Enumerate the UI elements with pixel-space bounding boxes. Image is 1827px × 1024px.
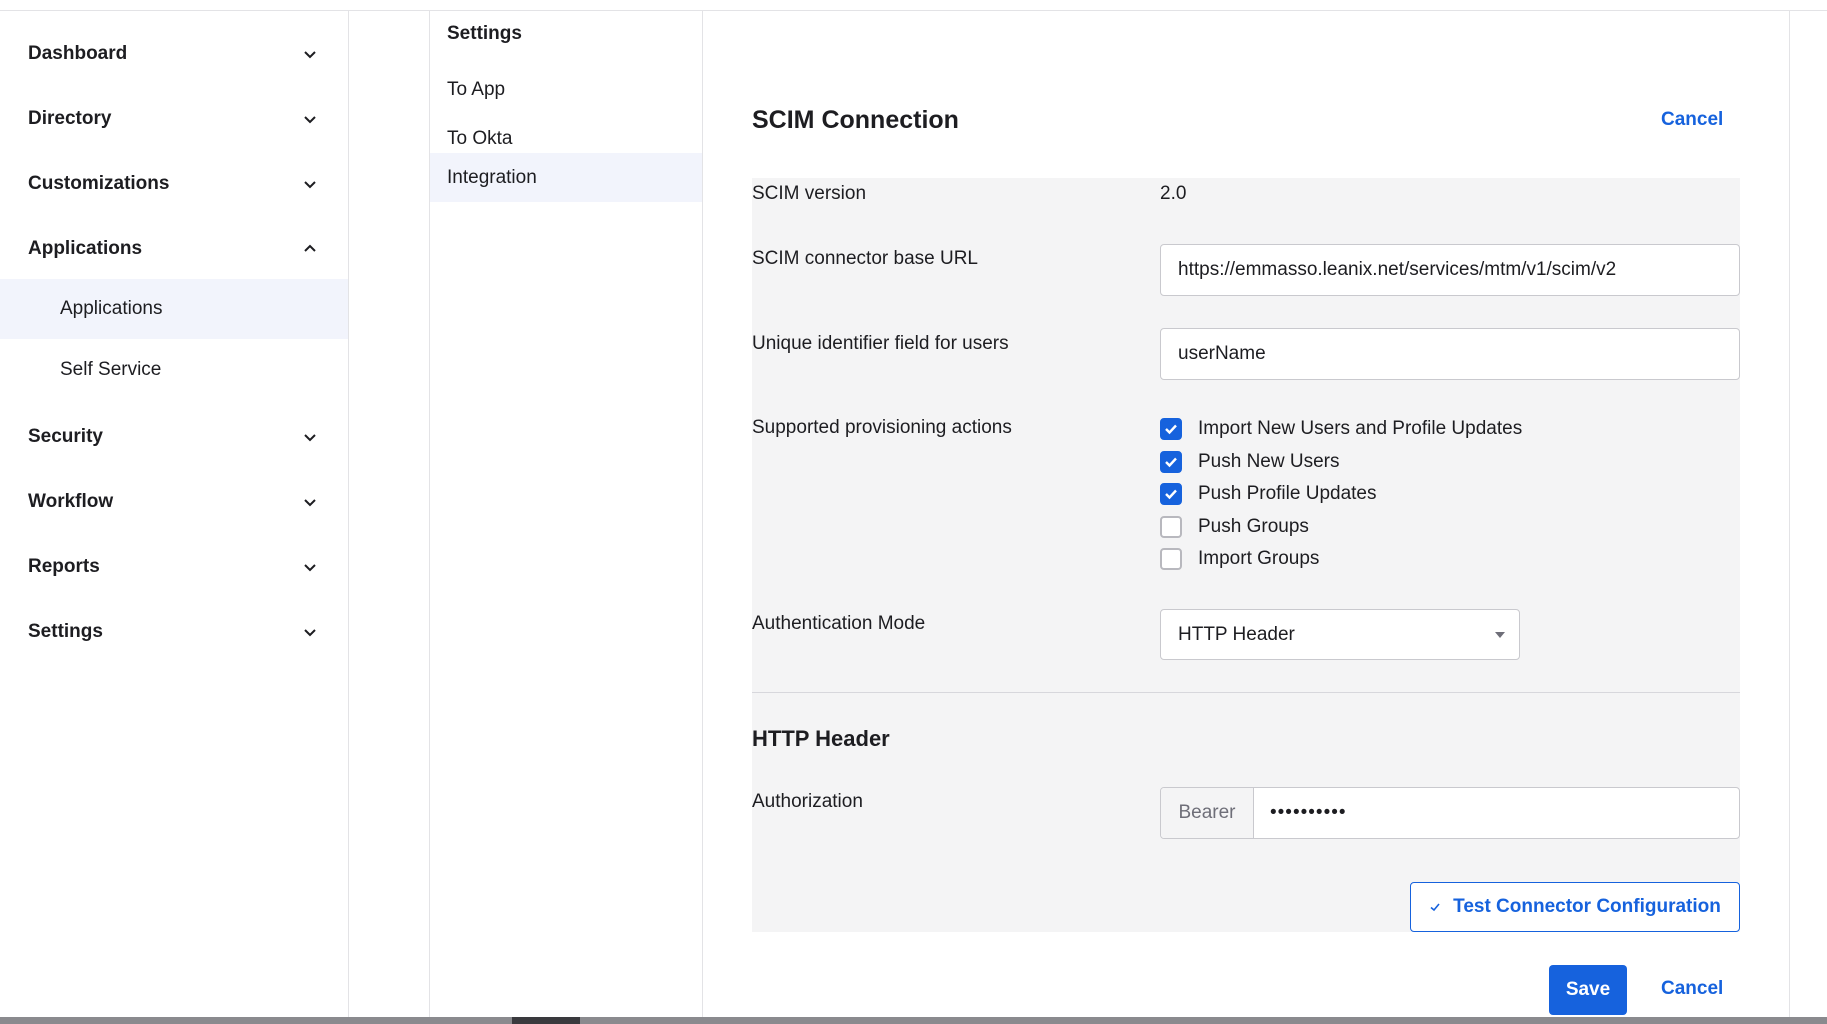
auth-mode-label: Authentication Mode xyxy=(752,613,926,634)
sidebar-item-label: Settings xyxy=(28,621,103,642)
auth-mode-selected-value: HTTP Header xyxy=(1178,623,1295,645)
bearer-prefix: Bearer xyxy=(1161,788,1254,838)
settings-link-to-app[interactable]: To App xyxy=(430,65,702,114)
sidebar-item-reports[interactable]: Reports xyxy=(0,536,348,598)
sidebar-item-label: Reports xyxy=(28,556,100,577)
chevron-down-icon xyxy=(302,46,318,62)
sidebar-item-directory[interactable]: Directory xyxy=(0,88,348,150)
settings-link-label: Integration xyxy=(447,166,537,188)
sidebar-item-label: Dashboard xyxy=(28,43,128,64)
taskbar-tab xyxy=(512,1017,580,1024)
scim-version-value: 2.0 xyxy=(1160,183,1187,204)
sidebar-item-customizations[interactable]: Customizations xyxy=(0,153,348,215)
auth-mode-select[interactable]: HTTP Header xyxy=(1160,609,1520,660)
chevron-down-icon xyxy=(302,111,318,127)
settings-link-label: To Okta xyxy=(447,127,513,149)
caret-down-icon xyxy=(1495,631,1505,638)
scim-version-label: SCIM version xyxy=(752,183,867,204)
checkbox-unchecked-icon xyxy=(1160,548,1182,570)
checkbox-checked-icon xyxy=(1160,451,1182,473)
checkbox-import-new-users[interactable]: Import New Users and Profile Updates xyxy=(1160,416,1522,442)
sidebar-item-label: Directory xyxy=(28,108,112,129)
sidebar: Dashboard Directory Customizations Appli… xyxy=(0,11,349,1017)
checkbox-label: Push Groups xyxy=(1198,516,1309,537)
unique-id-input[interactable] xyxy=(1160,328,1740,380)
checkbox-push-profile-updates[interactable]: Push Profile Updates xyxy=(1160,481,1377,507)
window-bottom-edge xyxy=(0,1017,1827,1024)
cancel-top-link[interactable]: Cancel xyxy=(1661,109,1723,131)
checkbox-unchecked-icon xyxy=(1160,516,1182,538)
window-top-edge xyxy=(0,0,1827,11)
sidebar-item-settings[interactable]: Settings xyxy=(0,601,348,663)
authorization-token-input[interactable]: •••••••••• xyxy=(1254,788,1739,838)
sidebar-subitem-label: Self Service xyxy=(60,359,162,380)
checkbox-checked-icon xyxy=(1160,483,1182,505)
checkbox-push-groups[interactable]: Push Groups xyxy=(1160,514,1309,540)
scim-connection-title: SCIM Connection xyxy=(752,106,959,134)
chevron-up-icon xyxy=(302,241,318,257)
checkbox-label: Push New Users xyxy=(1198,451,1340,472)
checkbox-label: Import Groups xyxy=(1198,548,1320,569)
checkbox-checked-icon xyxy=(1160,418,1182,440)
provisioning-actions-label: Supported provisioning actions xyxy=(752,417,1012,438)
check-icon xyxy=(1429,901,1441,913)
sidebar-item-label: Customizations xyxy=(28,173,170,194)
sidebar-item-label: Applications xyxy=(28,238,143,259)
sidebar-item-label: Security xyxy=(28,426,103,447)
test-connector-button[interactable]: Test Connector Configuration xyxy=(1410,882,1740,932)
checkbox-import-groups[interactable]: Import Groups xyxy=(1160,546,1319,572)
base-url-input[interactable] xyxy=(1160,244,1740,296)
save-button[interactable]: Save xyxy=(1549,965,1627,1015)
sidebar-subitem-label: Applications xyxy=(60,298,163,319)
sidebar-subitem-applications[interactable]: Applications xyxy=(0,279,348,339)
settings-link-integration[interactable]: Integration xyxy=(430,153,702,202)
chevron-down-icon xyxy=(302,429,318,445)
cancel-bottom-link[interactable]: Cancel xyxy=(1661,978,1723,1000)
http-header-title: HTTP Header xyxy=(752,726,890,751)
settings-link-label: To App xyxy=(447,78,506,100)
checkbox-label: Push Profile Updates xyxy=(1198,483,1377,504)
sidebar-item-label: Workflow xyxy=(28,491,114,512)
settings-nav-title: Settings xyxy=(447,23,522,44)
chevron-down-icon xyxy=(302,559,318,575)
sidebar-item-workflow[interactable]: Workflow xyxy=(0,471,348,533)
chevron-down-icon xyxy=(302,176,318,192)
authorization-label: Authorization xyxy=(752,791,863,812)
sidebar-item-applications[interactable]: Applications xyxy=(0,218,348,280)
section-divider xyxy=(752,692,1740,693)
unique-id-label: Unique identifier field for users xyxy=(752,333,1009,354)
settings-nav: Settings To App To Okta Integration xyxy=(429,11,703,1017)
chevron-down-icon xyxy=(302,624,318,640)
sidebar-subitem-self-service[interactable]: Self Service xyxy=(0,340,348,400)
test-connector-label: Test Connector Configuration xyxy=(1453,896,1721,917)
sidebar-item-dashboard[interactable]: Dashboard xyxy=(0,23,348,85)
base-url-label: SCIM connector base URL xyxy=(752,248,978,269)
chevron-down-icon xyxy=(302,494,318,510)
sidebar-item-security[interactable]: Security xyxy=(0,406,348,468)
authorization-field[interactable]: Bearer •••••••••• xyxy=(1160,787,1740,839)
checkbox-label: Import New Users and Profile Updates xyxy=(1198,418,1523,439)
checkbox-push-new-users[interactable]: Push New Users xyxy=(1160,449,1340,475)
